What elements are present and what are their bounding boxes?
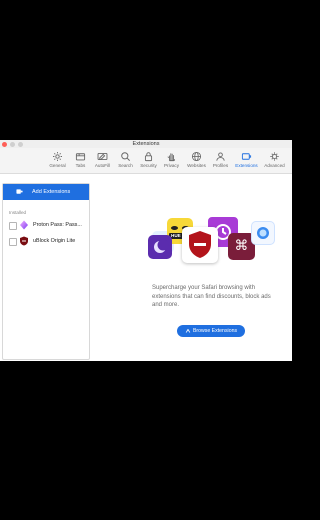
tab-label: Websites [187, 163, 206, 168]
tab-security[interactable]: Security [136, 151, 161, 168]
tab-label: AutoFill [94, 163, 111, 168]
extension-row-ublock[interactable]: uBlock Origin Lite [7, 236, 87, 248]
tab-label: Profiles [212, 163, 229, 168]
promo-text: Supercharge your Safari browsing with ex… [152, 285, 271, 308]
tab-label: Security [140, 163, 157, 168]
extension-enable-checkbox[interactable] [9, 238, 17, 246]
hand-icon [167, 153, 176, 162]
search-icon [121, 152, 130, 161]
proton-pass-icon [20, 220, 28, 230]
extension-name: Proton Pass: Pass... [33, 222, 82, 228]
ring-app-icon [251, 221, 275, 245]
tab-label: Extensions [235, 163, 258, 168]
add-extension-icon [16, 189, 23, 194]
tab-autofill[interactable]: AutoFill [90, 151, 115, 168]
tabs-icon [75, 153, 86, 161]
tab-extensions[interactable]: Extensions [234, 150, 259, 171]
tab-search[interactable]: Search [113, 151, 138, 168]
add-extensions-button[interactable]: Add Extensions [3, 184, 89, 200]
tab-privacy[interactable]: Privacy [159, 151, 184, 168]
extension-name: uBlock Origin Lite [33, 238, 76, 244]
ublock-app-icon [182, 227, 218, 263]
app-store-icon [185, 328, 191, 333]
extensions-hero-illustration: HUE ⌘ [92, 183, 292, 283]
tab-label: Advanced [264, 163, 285, 168]
moon-app-icon [148, 235, 172, 259]
title-bar: Extensions [0, 140, 292, 148]
tab-label: Privacy [163, 163, 180, 168]
gear-advanced-icon [270, 152, 279, 161]
browse-extensions-button[interactable]: Browse Extensions [177, 325, 245, 337]
tab-label: General [49, 163, 66, 168]
installed-section-label: Installed [9, 210, 27, 215]
tab-general[interactable]: General [45, 151, 70, 168]
person-icon [216, 152, 225, 161]
globe-icon [191, 151, 202, 162]
tab-profiles[interactable]: Profiles [208, 151, 233, 168]
add-extensions-label: Add Extensions [32, 189, 71, 195]
browse-extensions-label: Browse Extensions [192, 328, 238, 334]
extension-enable-checkbox[interactable] [9, 222, 17, 230]
extension-row-proton-pass[interactable]: Proton Pass: Pass... [7, 220, 87, 232]
window-title: Extensions [132, 141, 160, 147]
extensions-main-panel: HUE ⌘ Supercharge your Safari browsing w… [92, 183, 292, 361]
lock-icon [144, 152, 153, 162]
ublock-icon [20, 236, 28, 246]
tab-websites[interactable]: Websites [184, 151, 209, 168]
preferences-toolbar: General Tabs AutoFill Search Security Pr… [0, 148, 292, 174]
gear-icon [53, 152, 62, 161]
extensions-sidebar: Add Extensions Installed Proton Pass: Pa… [2, 183, 90, 360]
autofill-icon [97, 152, 108, 161]
extensions-icon [241, 153, 252, 160]
settings-window: Extensions General Tabs AutoFill Search … [0, 140, 292, 361]
tab-label: Search [118, 163, 133, 168]
tab-advanced[interactable]: Advanced [262, 151, 287, 168]
